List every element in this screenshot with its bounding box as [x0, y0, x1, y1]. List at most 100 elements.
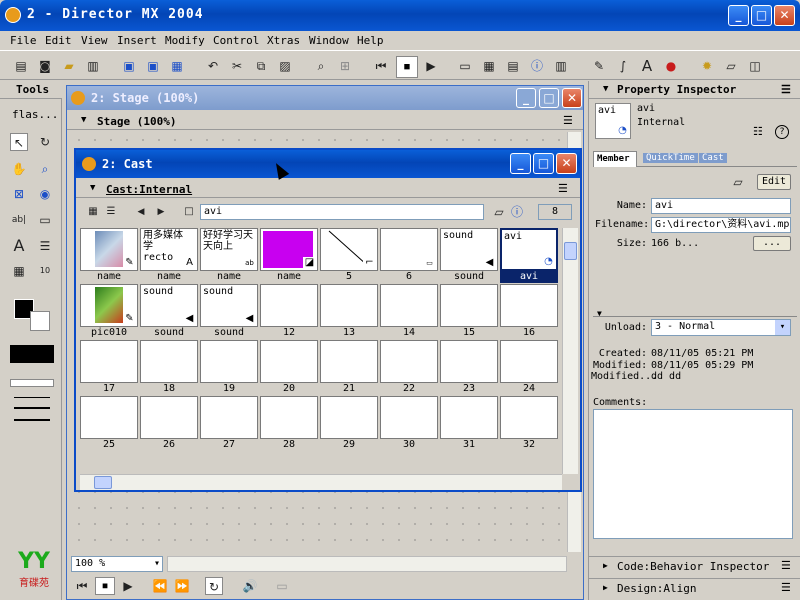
info-icon[interactable]: ⓘ	[528, 57, 546, 75]
cast-member-cell[interactable]	[440, 340, 498, 383]
numbered-tool-icon[interactable]: 10	[36, 262, 54, 280]
name-input[interactable]: avi	[651, 198, 791, 214]
new-movie-icon[interactable]: ▤	[12, 57, 30, 75]
save-all-icon[interactable]: ▣	[144, 57, 162, 75]
text-tool-icon[interactable]: A	[10, 237, 28, 255]
stage-zoom-select[interactable]: 100 % ▾	[71, 556, 163, 572]
tab-quicktime[interactable]: QuickTime	[643, 153, 698, 163]
cast-member-cell[interactable]: ✎	[80, 228, 138, 271]
design-align-panel[interactable]: ▶ Design:Align ☰	[589, 578, 800, 598]
open-folder-icon[interactable]: ▰	[60, 57, 78, 75]
cast-member-cell[interactable]: ⌐	[320, 228, 378, 271]
paste-icon[interactable]: ▨	[276, 57, 294, 75]
box-tool-icon[interactable]: ⊠	[10, 185, 28, 203]
next-member-icon[interactable]: ▶	[152, 203, 170, 221]
cast-member-cell[interactable]	[260, 396, 318, 439]
menu-control[interactable]: Control	[213, 34, 259, 47]
cast-member-cell[interactable]	[380, 340, 438, 383]
cast-script-icon[interactable]: ▱	[490, 203, 508, 221]
menu-help[interactable]: Help	[357, 34, 384, 47]
rewind-icon[interactable]: ⏮	[372, 57, 390, 75]
play-icon[interactable]: ▶	[422, 57, 440, 75]
cast-member-cell[interactable]: sound ◀	[200, 284, 258, 327]
stage-collapse-arrow-icon[interactable]: ▼	[81, 115, 86, 125]
stop-button[interactable]: ■	[396, 56, 418, 78]
close-button[interactable]: ✕	[774, 5, 795, 26]
selected-frames-icon[interactable]: ▭	[273, 577, 291, 595]
cast-member-cell[interactable]	[380, 396, 438, 439]
menu-insert[interactable]: Insert	[117, 34, 157, 47]
panel-options-icon[interactable]: ☰	[781, 581, 791, 594]
line-width-thin[interactable]	[14, 397, 50, 398]
stage-window-icon[interactable]: ▭	[456, 57, 474, 75]
pi-script-icon[interactable]: ▱	[729, 173, 747, 191]
stage-horizontal-scrollbar[interactable]	[167, 556, 567, 572]
stage-stop-button[interactable]: ■	[95, 577, 115, 595]
menu-xtras[interactable]: Xtras	[267, 34, 300, 47]
library-icon[interactable]: ▥	[552, 57, 570, 75]
cast-options-icon[interactable]: ☰	[558, 182, 568, 195]
cast-member-cell[interactable]: 好好学习天 天向上 ab	[200, 228, 258, 271]
cast-header-title[interactable]: Cast:Internal	[106, 183, 192, 196]
panel-options-icon[interactable]: ☰	[781, 559, 791, 572]
cast-window-icon[interactable]: ▤	[504, 57, 522, 75]
paint-brush-icon[interactable]: ✎	[590, 57, 608, 75]
script-icon[interactable]: ▱	[722, 57, 740, 75]
arrow-tool-icon[interactable]: ↖	[10, 133, 28, 151]
tab-member[interactable]: Member	[593, 151, 637, 167]
drag-member-icon[interactable]: □	[180, 203, 198, 221]
publish-icon[interactable]: ▦	[168, 57, 186, 75]
cast-member-cell[interactable]: ▭	[380, 228, 438, 271]
pi-options-icon[interactable]: ☰	[781, 83, 791, 96]
import-icon[interactable]: ▥	[84, 57, 102, 75]
list-view-icon[interactable]: ☰	[102, 203, 120, 221]
line-width-none[interactable]	[10, 379, 54, 387]
cast-member-cell[interactable]	[500, 396, 558, 439]
pi-help-icon[interactable]: ?	[775, 125, 789, 139]
maximize-button[interactable]: □	[751, 5, 772, 26]
cast-member-cell[interactable]	[320, 284, 378, 327]
pi-list-view-icon[interactable]: ☷	[753, 125, 763, 138]
message-icon[interactable]: ◫	[746, 57, 764, 75]
stage-play-icon[interactable]: ▶	[119, 577, 137, 595]
volume-icon[interactable]: 🔊	[241, 577, 259, 595]
comments-textarea[interactable]	[593, 409, 793, 539]
tools-dropdown[interactable]: flas...	[12, 108, 58, 121]
previous-member-icon[interactable]: ◀	[132, 203, 150, 221]
copy-icon[interactable]: ⧉	[252, 57, 270, 75]
stage-options-icon[interactable]: ☰	[563, 114, 573, 127]
edit-button[interactable]: Edit	[757, 174, 791, 190]
hand-tool-icon[interactable]: ✋	[10, 160, 28, 178]
step-back-icon[interactable]: ⏪	[151, 577, 169, 595]
cast-member-cell[interactable]: avi ◔	[500, 228, 558, 271]
cast-member-cell[interactable]: ✎	[80, 284, 138, 327]
grid-tool-icon[interactable]: ▦	[10, 262, 28, 280]
member-name-input[interactable]: avi	[200, 204, 484, 220]
stage-minimize-button[interactable]: _	[516, 88, 536, 108]
cast-member-cell[interactable]	[380, 284, 438, 327]
list-tool-icon[interactable]: ☰	[36, 237, 54, 255]
minimize-button[interactable]: _	[728, 5, 749, 26]
cast-member-cell[interactable]: ◪	[260, 228, 318, 271]
browse-button[interactable]: ...	[753, 236, 791, 251]
button-tool-icon[interactable]: ▭	[36, 211, 54, 229]
cast-member-cell[interactable]	[140, 340, 198, 383]
find-icon[interactable]: ⌕	[312, 57, 330, 75]
cast-member-cell[interactable]	[80, 396, 138, 439]
cast-member-cell[interactable]	[200, 396, 258, 439]
menu-modify[interactable]: Modify	[165, 34, 205, 47]
cast-collapse-arrow-icon[interactable]: ▼	[90, 183, 95, 193]
cast-member-cell[interactable]	[80, 340, 138, 383]
cast-info-icon[interactable]: ⓘ	[508, 203, 526, 221]
align-icon[interactable]: ⊞	[336, 57, 354, 75]
behavior-gear-icon[interactable]: ✹	[698, 57, 716, 75]
cast-member-cell[interactable]	[320, 340, 378, 383]
zoom-tool-icon[interactable]: ⌕	[36, 160, 54, 178]
vector-pen-icon[interactable]: ∫	[614, 57, 632, 75]
score-window-icon[interactable]: ▦	[480, 57, 498, 75]
stage-maximize-button[interactable]: □	[539, 88, 559, 108]
new-cast-icon[interactable]: ◙	[36, 57, 54, 75]
cast-member-cell[interactable]	[200, 340, 258, 383]
loop-icon[interactable]: ↻	[205, 577, 223, 595]
line-width-thick[interactable]	[14, 419, 50, 421]
